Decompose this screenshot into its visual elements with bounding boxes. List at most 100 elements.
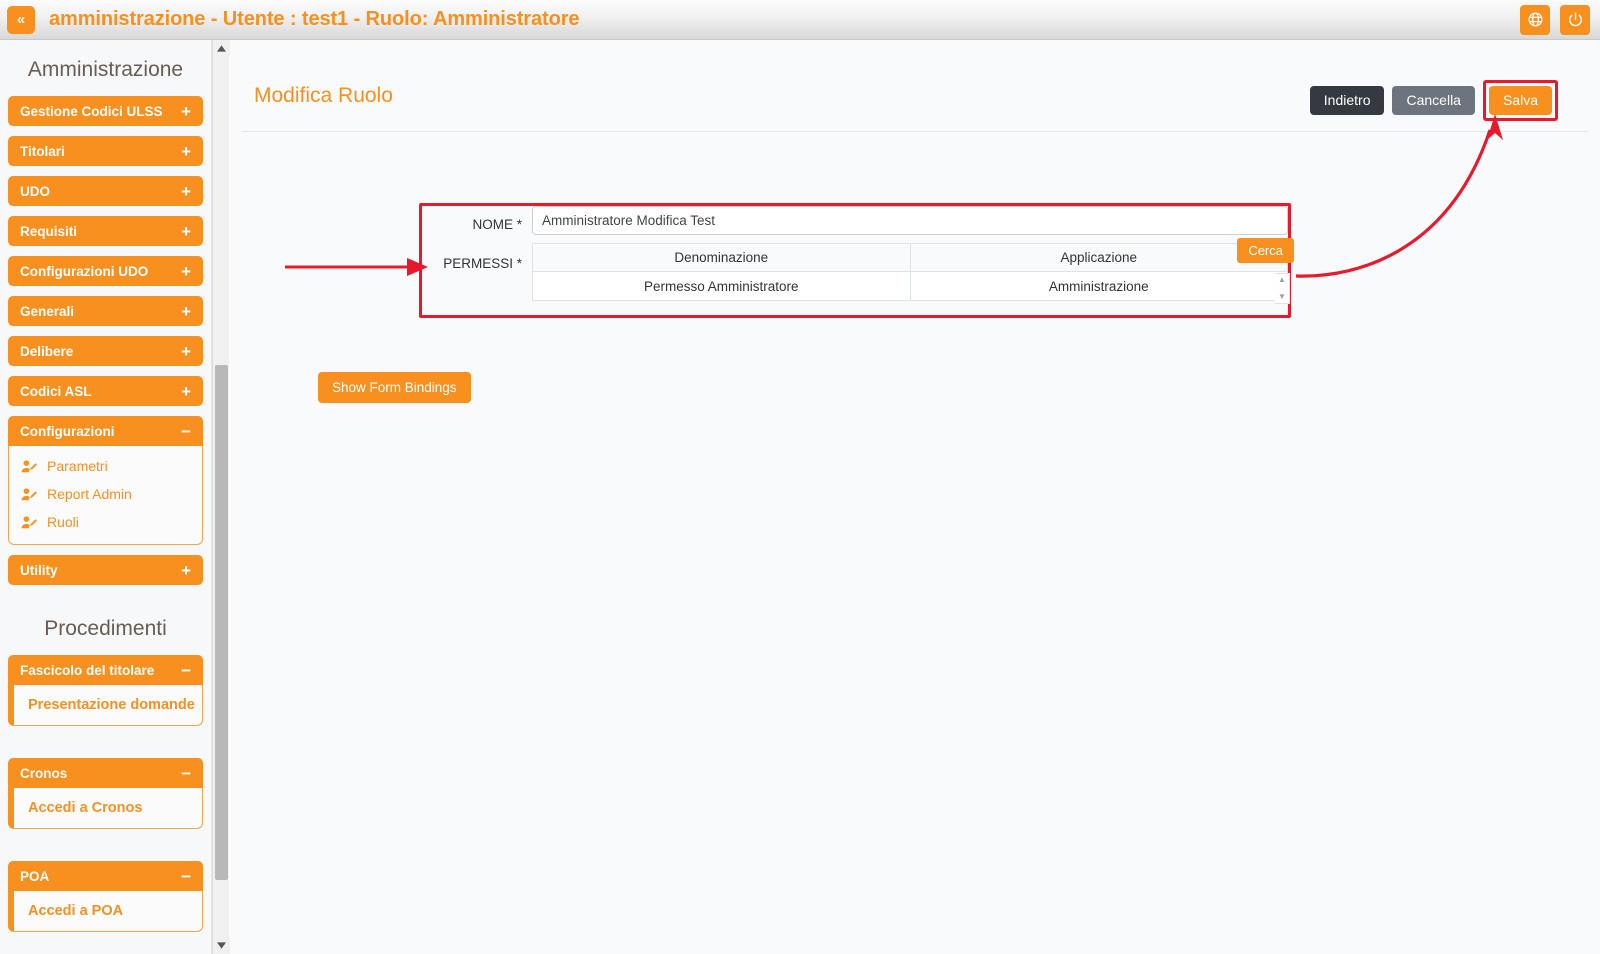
form-row-nome: NOME * xyxy=(422,206,1288,235)
sidebar-group-titolari: Titolari + xyxy=(8,136,203,166)
app-title: amministrazione - Utente : test1 - Ruolo… xyxy=(49,8,579,31)
cell-denominazione: Permesso Amministratore xyxy=(533,272,911,301)
sidebar-group-configurazioni: Configurazioni − Parametri xyxy=(8,416,203,545)
sidebar-group-requisiti: Requisiti + xyxy=(8,216,203,246)
table-row[interactable]: Permesso Amministratore Amministrazione xyxy=(533,272,1288,301)
page-header: Modifica Ruolo Indietro Cancella Salva xyxy=(242,40,1588,132)
permessi-table: Denominazione Applicazione Permesso Ammi… xyxy=(532,243,1288,301)
plus-icon: + xyxy=(181,183,191,200)
plus-icon: + xyxy=(181,223,191,240)
double-chevron-left-icon[interactable]: « xyxy=(7,6,35,34)
save-button-highlight: Salva xyxy=(1483,80,1558,121)
sidebar-section-amministrazione-title: Amministrazione xyxy=(8,40,203,96)
sidebar-group-label: Cronos xyxy=(20,766,67,781)
form-row-permessi: PERMESSI * Cerca Denominazione Applicazi… xyxy=(422,235,1288,301)
sidebar-group-header-codici-asl[interactable]: Codici ASL + xyxy=(8,376,203,406)
sidebar-group-header-cronos[interactable]: Cronos − xyxy=(8,758,203,788)
role-form: NOME * PERMESSI * Cerca Denominazione Ap… xyxy=(422,206,1288,301)
sidebar-group-label: Gestione Codici ULSS xyxy=(20,104,163,119)
sidebar-group-header-generali[interactable]: Generali + xyxy=(8,296,203,326)
topbar-actions xyxy=(1520,5,1590,35)
sidebar-item-report-admin[interactable]: Report Admin xyxy=(9,480,202,508)
user-edit-icon xyxy=(21,487,38,502)
plus-icon: + xyxy=(181,562,191,579)
table-header-row: Denominazione Applicazione xyxy=(533,244,1288,272)
plus-icon: + xyxy=(181,383,191,400)
minus-icon: − xyxy=(181,765,191,782)
sidebar-item-accedi-a-cronos[interactable]: Accedi a Cronos xyxy=(14,788,202,828)
user-edit-icon xyxy=(21,459,38,474)
sidebar-item-presentazione-domande[interactable]: Presentazione domande xyxy=(14,685,202,725)
save-button[interactable]: Salva xyxy=(1489,86,1552,115)
sidebar-group-header-poa[interactable]: POA − xyxy=(8,861,203,891)
sidebar-scrollbar-thumb[interactable] xyxy=(215,365,228,880)
plus-icon: + xyxy=(181,143,191,160)
sidebar-group-configurazioni-udo: Configurazioni UDO + xyxy=(8,256,203,286)
sidebar-item-label: Report Admin xyxy=(47,486,132,502)
sidebar-spacer xyxy=(8,736,203,758)
sidebar-group-header-titolari[interactable]: Titolari + xyxy=(8,136,203,166)
sidebar-item-ruoli[interactable]: Ruoli xyxy=(9,508,202,536)
nome-input[interactable] xyxy=(532,206,1288,235)
sidebar-spacer xyxy=(8,839,203,861)
minus-icon: − xyxy=(181,868,191,885)
sidebar-item-label: Parametri xyxy=(47,458,108,474)
sidebar-group-delibere: Delibere + xyxy=(8,336,203,366)
sidebar-group-header-configurazioni-udo[interactable]: Configurazioni UDO + xyxy=(8,256,203,286)
sidebar-group-header-gestione-codici-ulss[interactable]: Gestione Codici ULSS + xyxy=(8,96,203,126)
sidebar-group-label: Delibere xyxy=(20,344,73,359)
sidebar-group-header-udo[interactable]: UDO + xyxy=(8,176,203,206)
sidebar-group-body-fascicolo: Presentazione domande xyxy=(8,685,203,726)
sidebar-group-label: Configurazioni xyxy=(20,424,115,439)
sidebar-group-label: UDO xyxy=(20,184,50,199)
sidebar-group-label: Fascicolo del titolare xyxy=(20,663,154,678)
plus-icon: + xyxy=(181,263,191,280)
sidebar-group-gestione-codici-ulss: Gestione Codici ULSS + xyxy=(8,96,203,126)
sidebar-group-utility: Utility + xyxy=(8,555,203,585)
permessi-table-wrapper: Cerca Denominazione Applicazione Permess… xyxy=(532,243,1288,301)
sidebar-group-header-utility[interactable]: Utility + xyxy=(8,555,203,585)
minus-icon: − xyxy=(181,423,191,440)
sidebar-item-label: Ruoli xyxy=(47,514,79,530)
power-icon[interactable] xyxy=(1560,5,1590,35)
sidebar-group-label: Utility xyxy=(20,563,58,578)
column-header-applicazione: Applicazione xyxy=(910,244,1288,272)
plus-icon: + xyxy=(181,343,191,360)
sidebar-group-label: Codici ASL xyxy=(20,384,92,399)
cell-applicazione: Amministrazione xyxy=(910,272,1288,301)
triangle-down-icon[interactable] xyxy=(213,937,230,954)
minus-icon: − xyxy=(181,662,191,679)
show-form-bindings-button[interactable]: Show Form Bindings xyxy=(318,372,471,403)
sidebar-item-parametri[interactable]: Parametri xyxy=(9,452,202,480)
main-content: Modifica Ruolo Indietro Cancella Salva N… xyxy=(230,40,1600,954)
nome-label: NOME * xyxy=(422,206,532,232)
sidebar-scrollbar[interactable] xyxy=(212,40,229,954)
sidebar-group-body-configurazioni: Parametri Report Admin xyxy=(8,446,203,545)
page-actions: Indietro Cancella Salva xyxy=(1310,80,1558,121)
permessi-label: PERMESSI * xyxy=(422,235,532,271)
sidebar-group-header-fascicolo-del-titolare[interactable]: Fascicolo del titolare − xyxy=(8,655,203,685)
sidebar-group-header-requisiti[interactable]: Requisiti + xyxy=(8,216,203,246)
cancel-button[interactable]: Cancella xyxy=(1392,86,1474,115)
column-header-denominazione: Denominazione xyxy=(533,244,911,272)
sidebar-group-header-delibere[interactable]: Delibere + xyxy=(8,336,203,366)
triangle-up-icon[interactable]: ▲ xyxy=(1278,276,1286,284)
sidebar-group-body-cronos: Accedi a Cronos xyxy=(8,788,203,829)
search-permission-button[interactable]: Cerca xyxy=(1237,238,1294,263)
sidebar-item-accedi-a-poa[interactable]: Accedi a POA xyxy=(14,891,202,931)
sidebar-group-label: Requisiti xyxy=(20,224,77,239)
globe-icon[interactable] xyxy=(1520,5,1550,35)
sidebar-group-codici-asl: Codici ASL + xyxy=(8,376,203,406)
triangle-up-icon[interactable] xyxy=(213,40,230,57)
plus-icon: + xyxy=(181,303,191,320)
triangle-down-icon[interactable]: ▼ xyxy=(1278,293,1286,301)
sidebar-group-label: POA xyxy=(20,869,49,884)
sidebar-group-poa: POA − Accedi a POA xyxy=(8,861,203,932)
top-bar: « amministrazione - Utente : test1 - Ruo… xyxy=(0,0,1600,40)
back-button[interactable]: Indietro xyxy=(1310,86,1385,115)
user-edit-icon xyxy=(21,515,38,530)
permessi-table-scrollbar[interactable]: ▲ ▼ xyxy=(1275,273,1290,304)
sidebar-group-cronos: Cronos − Accedi a Cronos xyxy=(8,758,203,829)
sidebar-group-label: Generali xyxy=(20,304,74,319)
sidebar-group-header-configurazioni[interactable]: Configurazioni − xyxy=(8,416,203,446)
